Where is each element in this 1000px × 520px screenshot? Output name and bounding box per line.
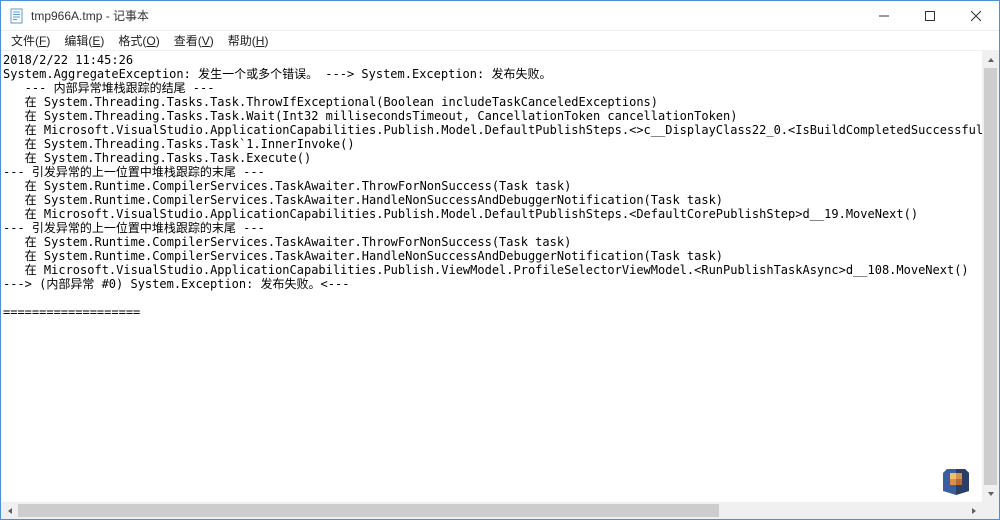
scroll-thumb-horizontal[interactable] xyxy=(18,504,719,517)
menu-format[interactable]: 格式(O) xyxy=(112,30,165,51)
text-editor[interactable]: 2018/2/22 11:45:26 System.AggregateExcep… xyxy=(1,51,982,502)
menu-file[interactable]: 文件(F) xyxy=(5,30,56,51)
scroll-right-button[interactable] xyxy=(965,502,982,519)
scroll-up-button[interactable] xyxy=(982,51,999,68)
scrollbar-corner xyxy=(982,502,999,519)
menubar: 文件(F) 编辑(E) 格式(O) 查看(V) 帮助(H) xyxy=(1,31,999,51)
maximize-button[interactable] xyxy=(907,1,953,30)
titlebar[interactable]: tmp966A.tmp - 记事本 xyxy=(1,1,999,31)
notepad-window: tmp966A.tmp - 记事本 文件(F) 编辑(E) 格式(O) 查看(V… xyxy=(0,0,1000,520)
scroll-track-horizontal[interactable] xyxy=(18,502,965,519)
scroll-down-button[interactable] xyxy=(982,485,999,502)
close-button[interactable] xyxy=(953,1,999,30)
scroll-thumb-vertical[interactable] xyxy=(984,68,997,485)
watermark-badge-icon xyxy=(941,465,971,495)
scrollbar-vertical[interactable] xyxy=(982,51,999,502)
scroll-left-button[interactable] xyxy=(1,502,18,519)
scrollbar-horizontal[interactable] xyxy=(1,502,982,519)
window-controls xyxy=(861,1,999,30)
window-title: tmp966A.tmp - 记事本 xyxy=(31,7,149,24)
menu-help[interactable]: 帮助(H) xyxy=(222,30,275,51)
editor-area: 2018/2/22 11:45:26 System.AggregateExcep… xyxy=(1,51,999,519)
scroll-track-vertical[interactable] xyxy=(982,68,999,485)
menu-view[interactable]: 查看(V) xyxy=(168,30,220,51)
minimize-button[interactable] xyxy=(861,1,907,30)
menu-edit[interactable]: 编辑(E) xyxy=(58,30,110,51)
notepad-app-icon xyxy=(9,8,25,24)
